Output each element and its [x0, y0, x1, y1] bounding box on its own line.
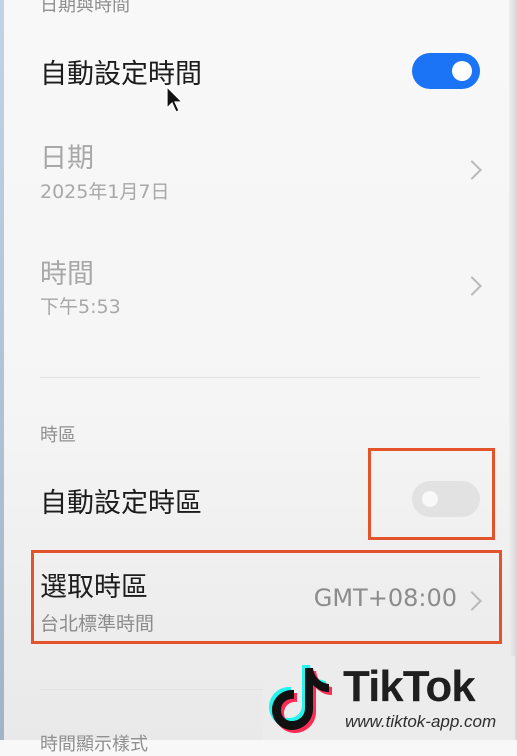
- section-header-time-format: 時間顯示樣式: [40, 734, 148, 755]
- date-label[interactable]: 日期: [40, 136, 94, 175]
- tiktok-brand-text: TikTok: [343, 662, 476, 711]
- section-header-date-time: 日期與時間: [40, 0, 130, 16]
- chevron-right-icon: [462, 160, 482, 180]
- tiktok-watermark: TikTok www.tiktok-app.com: [263, 656, 515, 740]
- auto-time-toggle[interactable]: [412, 53, 480, 89]
- window-right-edge: [509, 0, 517, 740]
- highlight-box-select-timezone[interactable]: [31, 550, 502, 644]
- tiktok-url-text: www.tiktok-app.com: [345, 712, 497, 731]
- window-left-edge: [0, 0, 4, 740]
- toggle-knob: [452, 61, 472, 81]
- divider: [40, 377, 480, 378]
- mouse-cursor-icon: [166, 86, 184, 113]
- time-label[interactable]: 時間: [40, 252, 94, 291]
- chevron-right-icon: [462, 276, 482, 296]
- highlight-box-toggle: [368, 448, 495, 540]
- date-value: 2025年1月7日: [40, 181, 170, 203]
- tiktok-logo-icon: [269, 665, 332, 733]
- section-header-timezone: 時區: [40, 425, 76, 446]
- auto-timezone-label: 自動設定時區: [40, 488, 202, 519]
- time-value: 下午5:53: [40, 296, 121, 318]
